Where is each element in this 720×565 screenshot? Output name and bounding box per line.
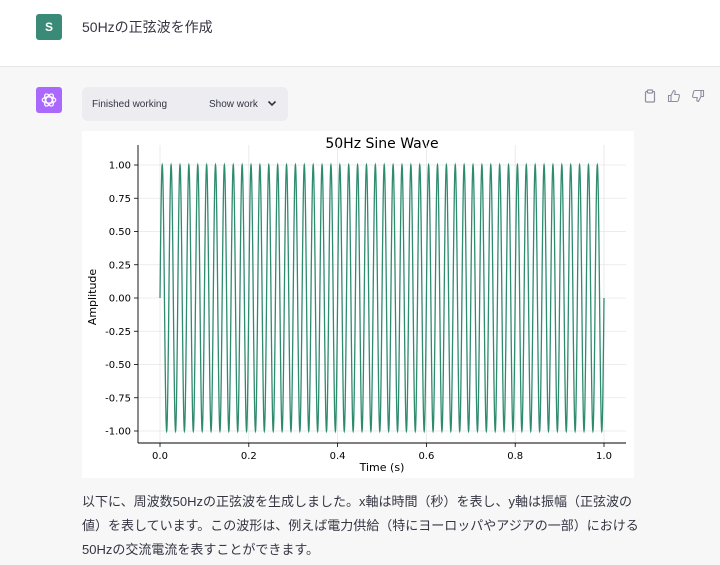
x-axis-label: Time (s) [359, 461, 405, 474]
show-work-toggle[interactable]: Finished working Show work [82, 87, 288, 121]
y-tick-label: 0.75 [109, 194, 131, 205]
assistant-answer-text: 以下に、周波数50Hzの正弦波を生成しました。x軸は時間（秒）を表し、y軸は振幅… [82, 494, 639, 557]
work-status-label: Finished working [92, 99, 168, 110]
user-avatar: S [36, 14, 62, 40]
sine-wave-chart: 50Hz Sine Wave 0.0 0.2 0.4 0.6 0.8 1.0 1.00 0.7… [82, 131, 634, 478]
chart-title: 50Hz Sine Wave [325, 136, 438, 152]
thumbs-up-icon [667, 89, 680, 103]
chart-svg: 50Hz Sine Wave 0.0 0.2 0.4 0.6 0.8 1.0 1.00 0.7… [86, 136, 626, 474]
like-button[interactable] [667, 89, 681, 108]
x-tick-label: 1.0 [596, 451, 612, 462]
x-tick-label: 0.2 [241, 451, 257, 462]
chevron-down-icon [267, 100, 277, 107]
x-tick-label: 0.6 [418, 451, 434, 462]
x-tick-label: 0.0 [152, 451, 168, 462]
assistant-message-row: Finished working Show work 50Hz Sine Wav… [0, 67, 720, 565]
y-tick-label: 0.25 [109, 260, 131, 271]
y-tick-label: 1.00 [109, 161, 131, 172]
sine-wave-line [159, 162, 605, 434]
user-message-text: 50Hzの正弦波を作成 [82, 19, 213, 35]
y-tick-label: -0.25 [105, 327, 131, 338]
assistant-avatar [36, 87, 62, 113]
x-tick-label: 0.8 [507, 451, 523, 462]
y-tick-label: -0.75 [105, 393, 131, 404]
y-tick-label: 0.50 [109, 227, 131, 238]
clipboard-icon [644, 89, 656, 103]
y-tick-label: -1.00 [105, 427, 131, 438]
x-tick-label: 0.4 [330, 451, 346, 462]
dislike-button[interactable] [691, 89, 705, 108]
openai-logo-icon [41, 93, 57, 107]
copy-button[interactable] [643, 89, 657, 108]
thumbs-down-icon [692, 89, 705, 103]
show-work-label: Show work [209, 99, 258, 110]
y-tick-label: -0.50 [105, 360, 131, 371]
y-tick-label: 0.00 [109, 294, 131, 305]
user-message-row: S 50Hzの正弦波を作成 [0, 0, 720, 67]
y-axis-label: Amplitude [86, 269, 99, 326]
